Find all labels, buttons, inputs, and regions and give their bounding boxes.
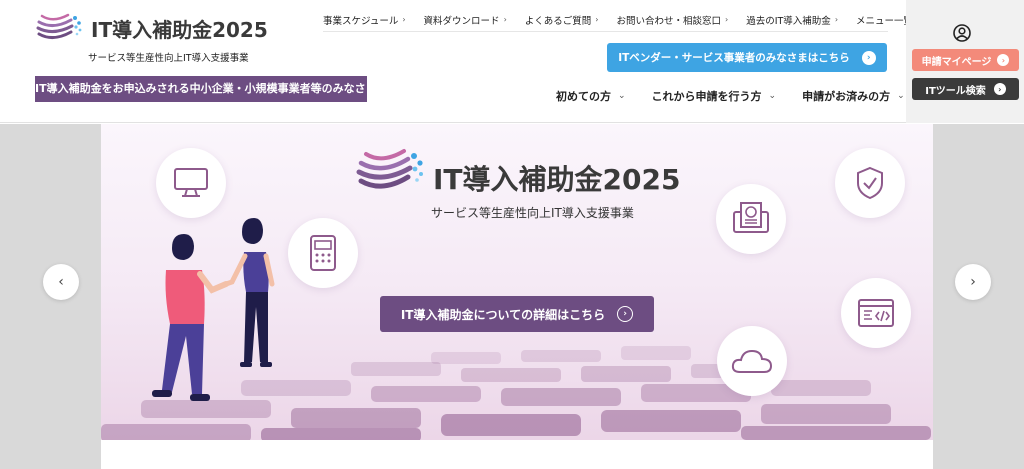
nav-label: 資料ダウンロード bbox=[423, 15, 500, 27]
chevron-right-icon: › bbox=[503, 15, 507, 24]
chevron-down-icon: ⌄ bbox=[897, 91, 905, 101]
nav-faq[interactable]: よくあるご質問 › bbox=[525, 13, 599, 27]
logo-text: IT導入補助金2025 bbox=[91, 18, 268, 42]
mypage-label: 申請マイページ bbox=[921, 56, 992, 68]
nav-label: 初めての方 bbox=[556, 90, 611, 103]
nav-label: 過去のIT導入補助金 bbox=[746, 15, 831, 27]
payment-terminal-icon-bubble bbox=[288, 218, 358, 288]
chevron-down-icon: ⌄ bbox=[618, 91, 626, 101]
nav-label: 事業スケジュール bbox=[323, 15, 399, 27]
hero-title: IT導入補助金2025 bbox=[433, 163, 681, 196]
detail-button-label: IT導入補助金についての詳細はこちら bbox=[400, 307, 606, 322]
smb-audience-link[interactable]: IT導入補助金をお申込みされる中小企業・小規模事業者等のみなさま bbox=[35, 76, 377, 102]
menu-label: メニュー一覧 bbox=[856, 15, 914, 27]
account-panel: 申請マイページ › ITツール検索 › bbox=[906, 0, 1024, 123]
user-icon[interactable] bbox=[953, 24, 971, 42]
arrow-right-icon: › bbox=[997, 54, 1010, 66]
cloud-icon-bubble bbox=[717, 326, 787, 396]
chevron-right-icon: › bbox=[970, 274, 976, 290]
carousel-next-button[interactable]: › bbox=[955, 264, 991, 300]
chevron-right-icon: › bbox=[725, 15, 729, 24]
vendor-link-button[interactable]: ITベンダー・サービス事業者のみなさまはこちら › bbox=[607, 43, 887, 72]
nav-label: 申請がお済みの方 bbox=[802, 90, 891, 103]
site-logo[interactable]: IT導入補助金2025 bbox=[35, 8, 268, 48]
logo-subtitle: サービス等生産性向上IT導入支援事業 bbox=[88, 53, 249, 64]
arrow-right-icon: › bbox=[617, 306, 634, 322]
nav-applying[interactable]: これから申請を行う方 ⌄ bbox=[652, 88, 777, 104]
chevron-down-icon: ⌄ bbox=[768, 91, 777, 101]
yen-invoice-icon-bubble bbox=[716, 184, 786, 254]
program-details-button[interactable]: IT導入補助金についての詳細はこちら › bbox=[380, 296, 654, 332]
logo-mark-icon bbox=[36, 13, 82, 39]
code-window-icon bbox=[858, 299, 894, 327]
hero-logo-mark-icon bbox=[356, 149, 423, 189]
nav-applied[interactable]: 申請がお済みの方 ⌄ bbox=[802, 88, 905, 104]
monitor-icon bbox=[174, 168, 208, 197]
nav-contact[interactable]: お問い合わせ・相談窓口 › bbox=[616, 13, 728, 27]
shield-check-icon bbox=[857, 166, 883, 200]
utility-nav: 事業スケジュール › 資料ダウンロード › よくあるご質問 › お問い合わせ・相談窓口… bbox=[323, 8, 934, 32]
it-tool-search-button[interactable]: ITツール検索 › bbox=[912, 78, 1019, 100]
mypage-button[interactable]: 申請マイページ › bbox=[912, 49, 1019, 71]
shield-icon-bubble bbox=[835, 148, 905, 218]
carousel-prev-button[interactable]: ‹ bbox=[43, 264, 79, 300]
code-window-icon-bubble bbox=[841, 278, 911, 348]
payment-terminal-icon bbox=[310, 235, 336, 271]
vendor-button-label: ITベンダー・サービス事業者のみなさまはこちら bbox=[618, 52, 850, 64]
tool-search-label: ITツール検索 bbox=[925, 85, 986, 97]
hero-bottom-area bbox=[101, 440, 933, 469]
chevron-right-icon: › bbox=[402, 15, 406, 24]
chevron-right-icon: › bbox=[834, 15, 839, 24]
nav-first-time[interactable]: 初めての方 ⌄ bbox=[556, 88, 626, 104]
nav-schedule[interactable]: 事業スケジュール › bbox=[323, 13, 406, 27]
hero-slide: IT導入補助金2025 サービス等生産性向上IT導入支援事業 IT導入補助金につ… bbox=[101, 124, 933, 440]
cloud-icon bbox=[731, 349, 773, 373]
chevron-left-icon: ‹ bbox=[58, 274, 64, 290]
arrow-right-icon: › bbox=[861, 50, 876, 65]
monitor-icon-bubble bbox=[156, 148, 226, 218]
site-header: IT導入補助金2025 サービス等生産性向上IT導入支援事業 IT導入補助金をお… bbox=[0, 0, 1024, 123]
main-nav: 初めての方 ⌄ これから申請を行う方 ⌄ 申請がお済みの方 ⌄ bbox=[556, 88, 931, 104]
nav-label: これから申請を行う方 bbox=[651, 90, 762, 103]
nav-label: よくあるご質問 bbox=[524, 15, 592, 27]
nav-downloads[interactable]: 資料ダウンロード › bbox=[424, 13, 507, 27]
handshake-illustration bbox=[152, 218, 275, 401]
arrow-right-icon: › bbox=[993, 83, 1006, 95]
nav-past-programs[interactable]: 過去のIT導入補助金 › bbox=[746, 13, 838, 27]
yen-invoice-icon bbox=[733, 202, 769, 233]
hero-subtitle: サービス等生産性向上IT導入支援事業 bbox=[431, 206, 634, 220]
nav-label: お問い合わせ・相談窓口 bbox=[616, 15, 721, 27]
chevron-right-icon: › bbox=[595, 15, 599, 24]
